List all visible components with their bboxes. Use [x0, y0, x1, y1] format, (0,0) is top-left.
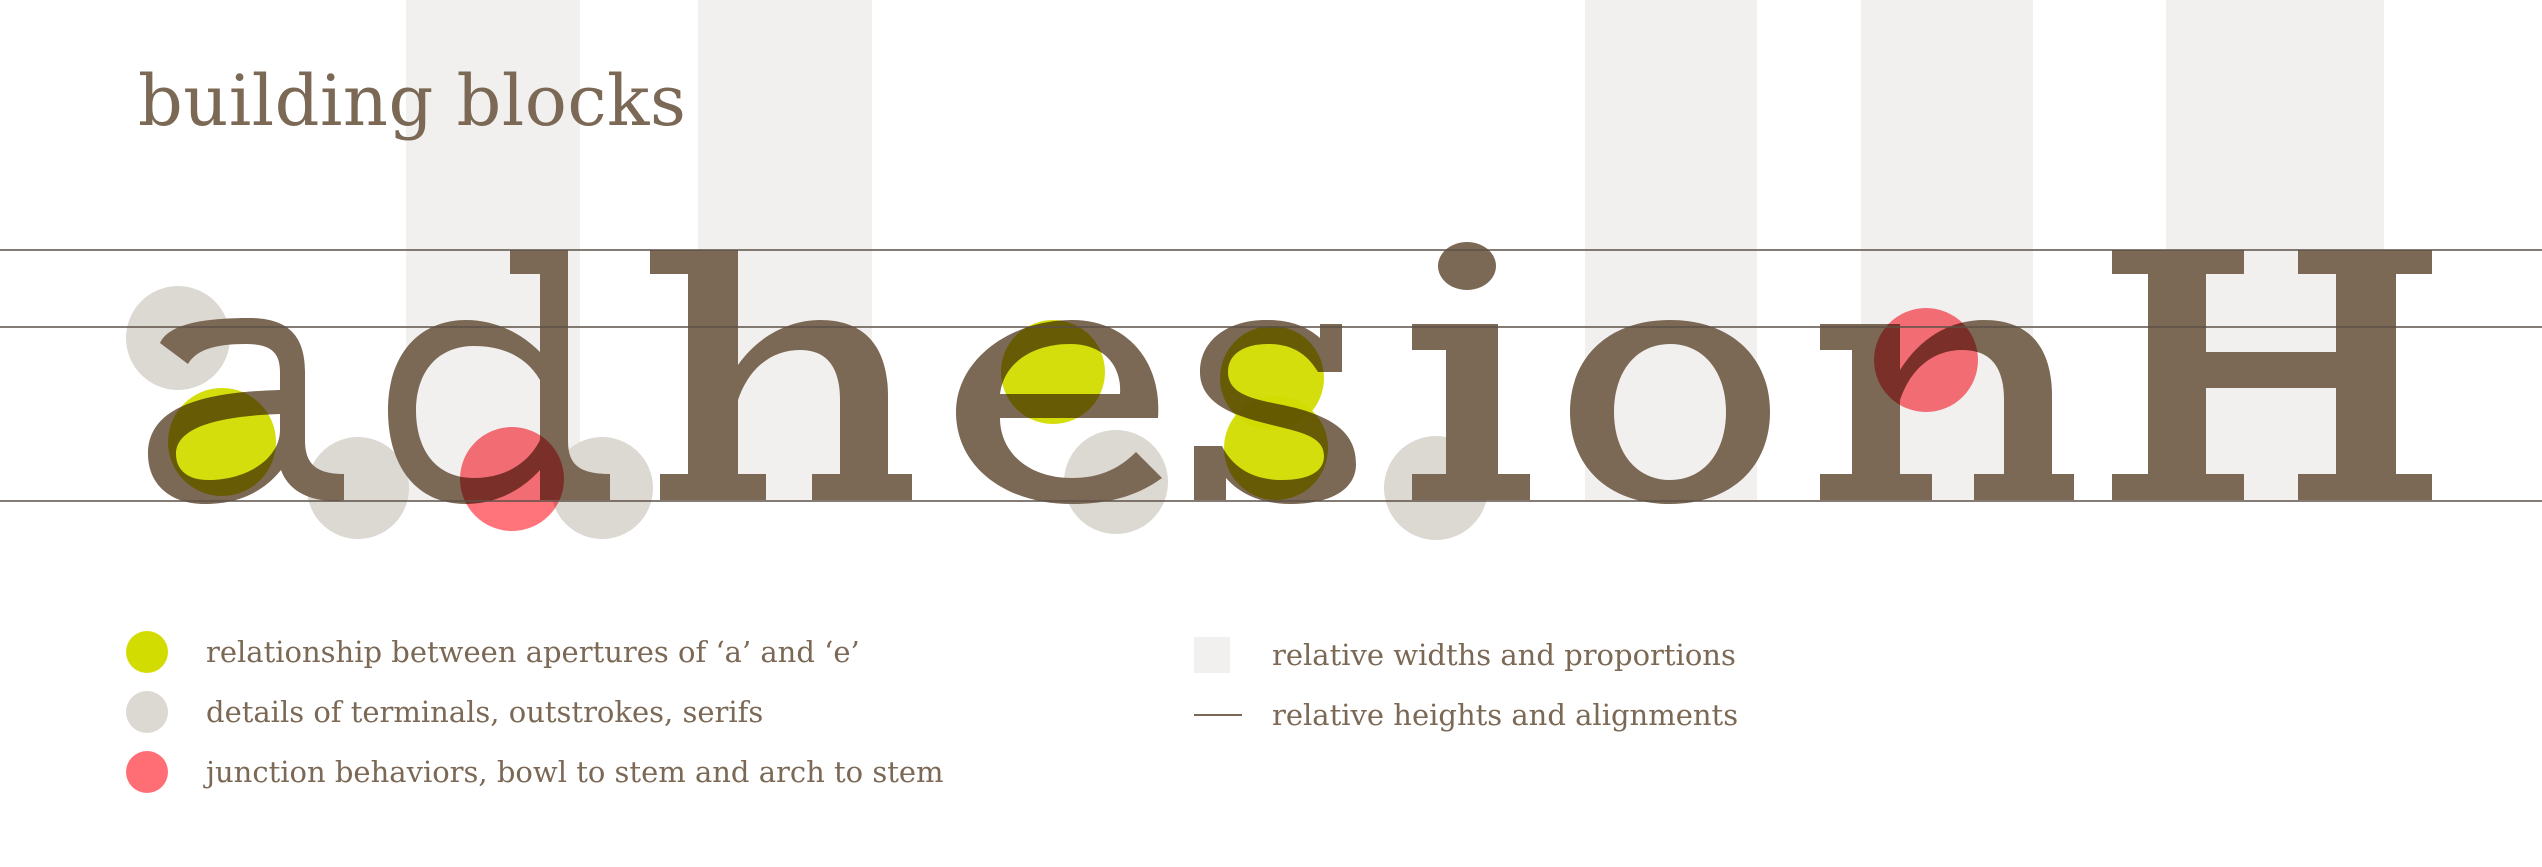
line-icon	[1194, 714, 1242, 716]
legend-label: relationship between apertures of ‘a’ an…	[206, 635, 860, 669]
legend-left: relationship between apertures of ‘a’ an…	[126, 622, 1176, 822]
aperture-circle	[168, 388, 276, 496]
aperture-circle	[1224, 396, 1328, 500]
legend-label: details of terminals, outstrokes, serifs	[206, 695, 764, 729]
diagram-canvas: building blocks relationship between ape…	[0, 0, 2542, 867]
legend-label: junction behaviors, bowl to stem and arc…	[206, 755, 944, 789]
grey-circle-icon	[126, 691, 168, 733]
legend-item-terminals: details of terminals, outstrokes, serifs	[126, 682, 763, 742]
junction-circle	[460, 427, 564, 531]
yellow-circle-icon	[126, 631, 168, 673]
page-title: building blocks	[138, 60, 687, 142]
legend-item-widths: relative widths and proportions	[1194, 625, 1736, 685]
grey-square-icon	[1194, 637, 1230, 673]
aperture-circle	[1001, 320, 1105, 424]
legend-label: relative widths and proportions	[1272, 638, 1736, 672]
legend-item-apertures: relationship between apertures of ‘a’ an…	[126, 622, 860, 682]
legend-right: relative widths and proportions relative…	[1194, 625, 1994, 765]
legend-item-heights: relative heights and alignments	[1194, 685, 1738, 745]
legend-label: relative heights and alignments	[1272, 698, 1739, 732]
junction-circle	[1874, 308, 1978, 412]
red-circle-icon	[126, 751, 168, 793]
legend-item-junctions: junction behaviors, bowl to stem and arc…	[126, 742, 944, 802]
